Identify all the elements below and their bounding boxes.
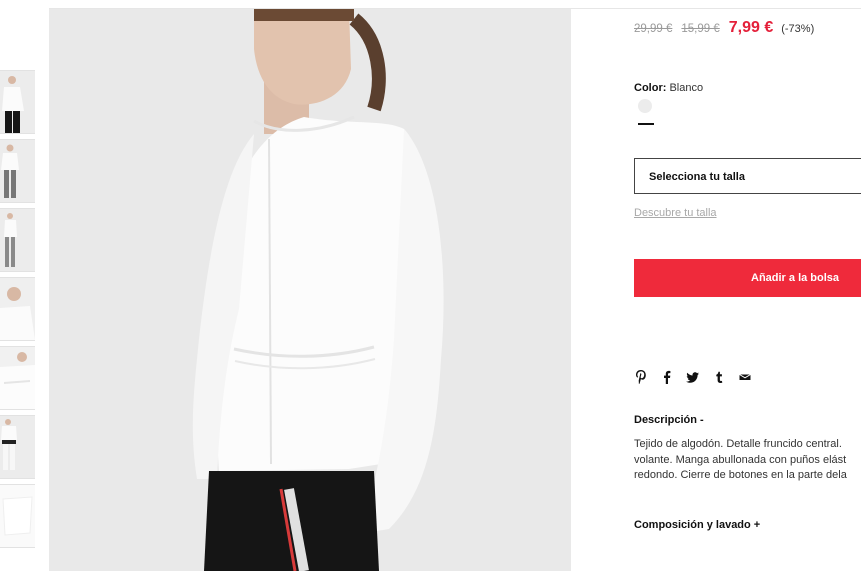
description-line: Tejido de algodón. Detalle fruncido cent… (634, 438, 842, 450)
twitter-icon[interactable] (686, 368, 700, 386)
discount-badge: (-73%) (781, 23, 815, 35)
size-select[interactable]: Selecciona tu talla (634, 158, 861, 194)
description-line: redondo. Cierre de botones en la parte d… (634, 469, 847, 481)
thumbnail-3[interactable] (0, 208, 35, 272)
color-label: Color: Blanco (634, 82, 703, 94)
previous-price: 15,99 € (681, 23, 720, 35)
product-main-image[interactable] (49, 9, 571, 571)
thumbnail-5[interactable] (0, 346, 35, 410)
thumbnail-7[interactable] (0, 484, 35, 548)
description-toggle[interactable]: Descripción - (634, 414, 704, 426)
description-line: volante. Manga abullonada con puños elás… (634, 453, 847, 466)
product-info-panel: 29,99 € 15,99 € 7,99 € (-73%) Color: Blanco… (634, 0, 861, 571)
thumbnail-strip (0, 0, 36, 571)
description-text: Tejido de algodón. Detalle fruncido cent… (634, 437, 861, 484)
add-to-bag-button[interactable]: Añadir a la bolsa (634, 259, 861, 297)
color-swatch-white[interactable] (638, 99, 652, 113)
price-row: 29,99 € 15,99 € 7,99 € (-73%) (634, 19, 814, 37)
current-price: 7,99 € (728, 19, 774, 36)
color-label-key: Color: (634, 82, 667, 94)
email-icon[interactable] (738, 368, 752, 386)
thumbnail-4[interactable] (0, 277, 35, 341)
size-guide-link[interactable]: Descubre tu talla (634, 207, 717, 219)
tumblr-icon[interactable] (712, 368, 726, 386)
thumbnail-2[interactable] (0, 139, 35, 203)
thumbnail-6[interactable] (0, 415, 35, 479)
facebook-icon[interactable] (660, 368, 674, 386)
add-to-bag-label: Añadir a la bolsa (751, 272, 840, 284)
original-price: 29,99 € (634, 23, 673, 35)
selected-swatch-indicator (638, 123, 654, 125)
size-select-placeholder: Selecciona tu talla (649, 171, 745, 183)
color-value: Blanco (669, 82, 704, 94)
pinterest-icon[interactable] (634, 368, 648, 386)
thumbnail-1[interactable] (0, 70, 35, 134)
composition-toggle[interactable]: Composición y lavado + (634, 519, 760, 531)
